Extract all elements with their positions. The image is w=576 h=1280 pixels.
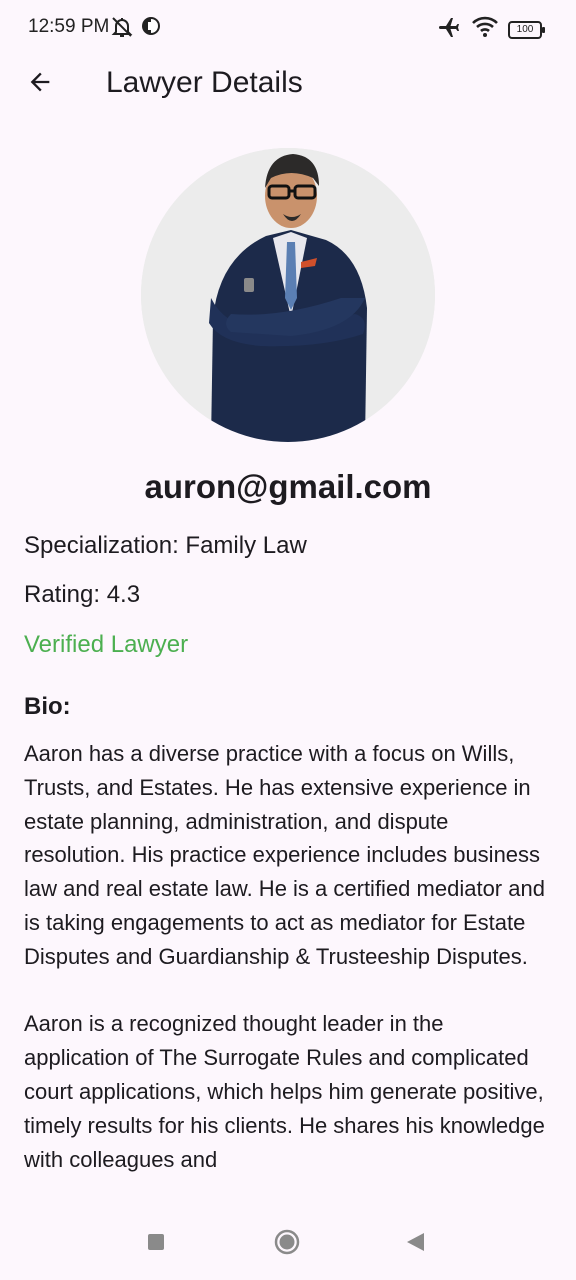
status-bar: 12:59 PM 100 (0, 0, 576, 56)
lawyer-photo (141, 148, 435, 442)
verified-badge: Verified Lawyer (24, 631, 189, 658)
system-back-button[interactable] (402, 1231, 428, 1257)
rating-text: Rating: 4.3 (24, 581, 141, 608)
home-button[interactable] (274, 1229, 300, 1260)
back-triangle-icon (404, 1231, 426, 1258)
battery-icon: 100 (508, 20, 545, 39)
do-not-disturb-icon (110, 15, 134, 44)
page-title: Lawyer Details (106, 66, 303, 99)
recents-square-icon (146, 1232, 166, 1257)
bio-text[interactable]: Aaron has a diverse practice with a focu… (24, 737, 554, 1183)
lawyer-email: auron@gmail.com (144, 468, 432, 505)
bio-paragraph: Aaron has a diverse practice with a focu… (24, 741, 545, 969)
bio-heading: Bio: (24, 693, 71, 720)
status-right-icons: 100 (436, 15, 545, 44)
bio-paragraph: Aaron is a recognized thought leader in … (24, 1011, 545, 1172)
lawyer-avatar (141, 148, 435, 442)
specialization-text: Specialization: Family Law (24, 532, 307, 559)
recents-button[interactable] (143, 1231, 169, 1257)
airplane-icon (436, 15, 462, 44)
back-button[interactable] (22, 66, 58, 102)
home-circle-icon (274, 1229, 300, 1260)
status-left-icons (110, 15, 162, 44)
app-bar: Lawyer Details (0, 56, 576, 112)
wifi-icon (472, 16, 498, 43)
arrow-back-icon (26, 68, 54, 101)
status-time: 12:59 PM (28, 16, 110, 37)
app-notification-icon (140, 15, 162, 44)
